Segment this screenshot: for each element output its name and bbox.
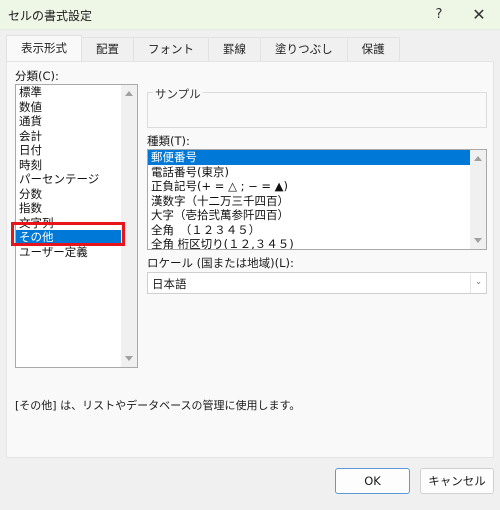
category-list-item[interactable]: 数値 [16, 100, 137, 115]
locale-value: 日本語 [152, 277, 187, 291]
sample-legend: サンプル [153, 86, 203, 102]
category-list-item[interactable]: 指数 [16, 201, 137, 216]
tab-protection[interactable]: 保護 [346, 37, 400, 61]
ok-button[interactable]: OK [335, 468, 410, 494]
close-button[interactable]: ✕ [464, 4, 494, 26]
tab-number-format[interactable]: 表示形式 [6, 35, 82, 61]
type-list-item[interactable]: 大字（壱拾弐萬参阡四百） [148, 208, 486, 223]
cancel-button[interactable]: キャンセル [420, 468, 494, 494]
scroll-up-icon[interactable] [474, 156, 482, 161]
help-button[interactable]: ? [424, 4, 454, 26]
tab-strip: 表示形式 配置 フォント 罫線 塗りつぶし 保護 [6, 35, 400, 61]
category-list-item[interactable]: 日付 [16, 143, 137, 158]
type-list[interactable]: 郵便番号 電話番号(東京) 正負記号(+ = △ ; − = ▲) 漢数字（十二万三千… [147, 149, 487, 250]
category-list-item[interactable]: ユーザー定義 [16, 245, 137, 260]
title-bar: セルの書式設定 ? ✕ [0, 0, 500, 30]
category-scrollbar[interactable] [121, 85, 137, 367]
format-description: [その他] は、リストやデータベースの管理に使用します。 [15, 399, 301, 412]
tab-border[interactable]: 罫線 [208, 37, 261, 61]
tab-alignment[interactable]: 配置 [81, 37, 134, 61]
type-list-item[interactable]: 全角 （１２３４５） [148, 223, 486, 238]
type-list-item[interactable]: 正負記号(+ = △ ; − = ▲) [148, 179, 486, 194]
tab-font[interactable]: フォント [133, 37, 209, 61]
category-list-item[interactable]: その他 [16, 230, 137, 245]
category-list-item[interactable]: 文字列 [16, 216, 137, 231]
locale-dropdown[interactable]: 日本語 ⌄ [147, 272, 487, 294]
type-scrollbar[interactable] [470, 150, 486, 249]
category-label: 分類(C): [15, 69, 59, 83]
category-list-item[interactable]: 会計 [16, 129, 137, 144]
scroll-down-icon[interactable] [125, 356, 133, 361]
type-list-item[interactable]: 漢数字（十二万三千四百） [148, 194, 486, 209]
type-list-item[interactable]: 電話番号(東京) [148, 165, 486, 180]
category-list-item[interactable]: 標準 [16, 85, 137, 100]
chevron-down-icon[interactable]: ⌄ [470, 273, 486, 293]
close-icon: ✕ [472, 5, 486, 24]
type-label: 種類(T): [147, 134, 190, 148]
category-list-item[interactable]: パーセンテージ [16, 172, 137, 187]
category-list-item[interactable]: 通貨 [16, 114, 137, 129]
type-list-item[interactable]: 郵便番号 [148, 150, 486, 165]
category-list-item[interactable]: 分数 [16, 187, 137, 202]
category-list-item[interactable]: 時刻 [16, 158, 137, 173]
scroll-up-icon[interactable] [125, 91, 133, 96]
dialog-title: セルの書式設定 [8, 9, 93, 23]
category-list[interactable]: 標準 数値 通貨 会計 日付 時刻 パーセンテージ 分数 指数 文字列 その他 ユーザー定義 [15, 84, 138, 368]
type-list-item[interactable]: 全角 桁区切り(１２,３４５) [148, 237, 486, 249]
scroll-down-icon[interactable] [474, 238, 482, 243]
locale-label: ロケール (国または地域)(L): [147, 256, 294, 270]
tab-fill[interactable]: 塗りつぶし [260, 37, 348, 61]
